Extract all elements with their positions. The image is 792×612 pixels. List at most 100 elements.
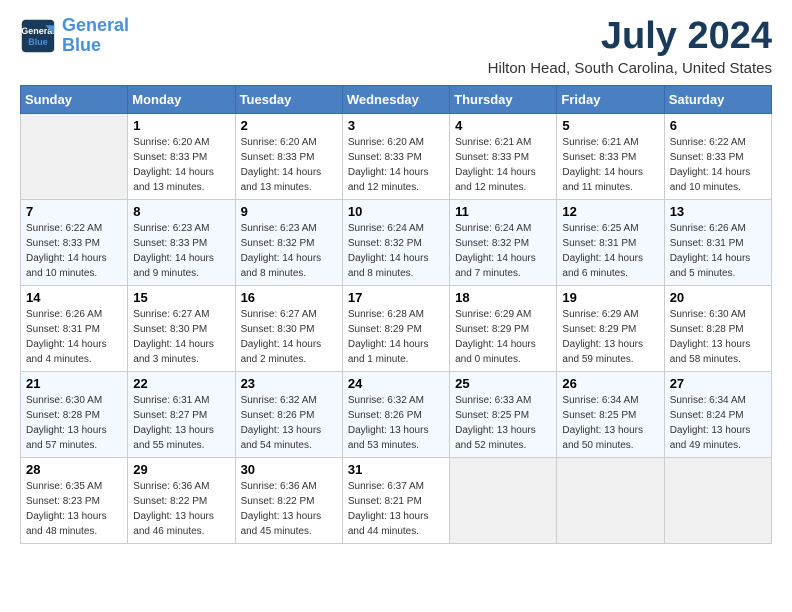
calendar-cell: 22 Sunrise: 6:31 AMSunset: 8:27 PMDayligh… (128, 371, 235, 457)
calendar-cell: 3 Sunrise: 6:20 AMSunset: 8:33 PMDaylight… (342, 113, 449, 199)
calendar-cell: 9Sunrise: 6:23 AMSunset: 8:32 PMDaylight… (235, 199, 342, 285)
logo-text: General Blue (62, 16, 129, 56)
day-number: 15 (133, 290, 229, 305)
day-number: 4 (455, 118, 551, 133)
day-info: Sunrise: 6:32 AMSunset: 8:26 PMDaylight:… (241, 393, 337, 453)
calendar-cell (557, 457, 664, 543)
calendar-table: SundayMondayTuesdayWednesdayThursdayFrid… (20, 85, 772, 544)
day-info: Sunrise: 6:23 AMSunset: 8:33 PMDaylight:… (133, 221, 229, 281)
calendar-cell: 31 Sunrise: 6:37 AMSunset: 8:21 PMDayligh… (342, 457, 449, 543)
calendar-cell: 11 Sunrise: 6:24 AMSunset: 8:32 PMDayligh… (450, 199, 557, 285)
day-number: 10 (348, 204, 444, 219)
weekday-header-saturday: Saturday (664, 85, 771, 113)
logo-blue: Blue (62, 35, 101, 55)
day-number: 27 (670, 376, 766, 391)
calendar-cell: 20Sunrise: 6:30 AMSunset: 8:28 PMDayligh… (664, 285, 771, 371)
day-info: Sunrise: 6:25 AMSunset: 8:31 PMDaylight:… (562, 221, 658, 281)
day-info: Sunrise: 6:29 AMSunset: 8:29 PMDaylight:… (455, 307, 551, 367)
calendar-cell: 2 Sunrise: 6:20 AMSunset: 8:33 PMDaylight… (235, 113, 342, 199)
weekday-header-tuesday: Tuesday (235, 85, 342, 113)
day-info: Sunrise: 6:22 AMSunset: 8:33 PMDaylight:… (670, 135, 766, 195)
day-number: 26 (562, 376, 658, 391)
calendar-week-1: 1Sunrise: 6:20 AMSunset: 8:33 PMDaylight… (21, 113, 772, 199)
day-number: 7 (26, 204, 122, 219)
calendar-cell: 4 Sunrise: 6:21 AMSunset: 8:33 PMDaylight… (450, 113, 557, 199)
day-info: Sunrise: 6:26 AMSunset: 8:31 PMDaylight:… (26, 307, 122, 367)
weekday-header-sunday: Sunday (21, 85, 128, 113)
day-info: Sunrise: 6:29 AMSunset: 8:29 PMDaylight:… (562, 307, 658, 367)
day-number: 30 (241, 462, 337, 477)
weekday-header-thursday: Thursday (450, 85, 557, 113)
day-number: 18 (455, 290, 551, 305)
logo: General Blue General Blue (20, 16, 129, 56)
title-block: July 2024 Hilton Head, South Carolina, U… (488, 16, 772, 77)
calendar-cell: 5Sunrise: 6:21 AMSunset: 8:33 PMDaylight… (557, 113, 664, 199)
calendar-cell: 18 Sunrise: 6:29 AMSunset: 8:29 PMDayligh… (450, 285, 557, 371)
day-number: 14 (26, 290, 122, 305)
day-info: Sunrise: 6:34 AMSunset: 8:25 PMDaylight:… (562, 393, 658, 453)
logo-general: General (62, 15, 129, 35)
calendar-cell: 29Sunrise: 6:36 AMSunset: 8:22 PMDayligh… (128, 457, 235, 543)
day-number: 9 (241, 204, 337, 219)
day-number: 28 (26, 462, 122, 477)
calendar-cell: 15 Sunrise: 6:27 AMSunset: 8:30 PMDayligh… (128, 285, 235, 371)
day-info: Sunrise: 6:36 AMSunset: 8:22 PMDaylight:… (241, 479, 337, 539)
day-info: Sunrise: 6:30 AMSunset: 8:28 PMDaylight:… (670, 307, 766, 367)
day-info: Sunrise: 6:24 AMSunset: 8:32 PMDaylight:… (455, 221, 551, 281)
calendar-week-2: 7Sunrise: 6:22 AMSunset: 8:33 PMDaylight… (21, 199, 772, 285)
day-info: Sunrise: 6:26 AMSunset: 8:31 PMDaylight:… (670, 221, 766, 281)
calendar-cell (664, 457, 771, 543)
calendar-cell: 7Sunrise: 6:22 AMSunset: 8:33 PMDaylight… (21, 199, 128, 285)
calendar-cell: 27 Sunrise: 6:34 AMSunset: 8:24 PMDayligh… (664, 371, 771, 457)
day-number: 3 (348, 118, 444, 133)
calendar-cell: 6Sunrise: 6:22 AMSunset: 8:33 PMDaylight… (664, 113, 771, 199)
day-info: Sunrise: 6:37 AMSunset: 8:21 PMDaylight:… (348, 479, 444, 539)
day-number: 16 (241, 290, 337, 305)
weekday-header-wednesday: Wednesday (342, 85, 449, 113)
location: Hilton Head, South Carolina, United Stat… (488, 60, 772, 77)
day-info: Sunrise: 6:20 AMSunset: 8:33 PMDaylight:… (348, 135, 444, 195)
svg-text:Blue: Blue (28, 37, 48, 47)
day-info: Sunrise: 6:28 AMSunset: 8:29 PMDaylight:… (348, 307, 444, 367)
day-number: 11 (455, 204, 551, 219)
calendar-cell: 19 Sunrise: 6:29 AMSunset: 8:29 PMDayligh… (557, 285, 664, 371)
day-number: 22 (133, 376, 229, 391)
calendar-cell: 24Sunrise: 6:32 AMSunset: 8:26 PMDayligh… (342, 371, 449, 457)
logo-icon: General Blue (20, 18, 56, 54)
day-info: Sunrise: 6:34 AMSunset: 8:24 PMDaylight:… (670, 393, 766, 453)
day-number: 24 (348, 376, 444, 391)
weekday-header-friday: Friday (557, 85, 664, 113)
day-info: Sunrise: 6:20 AMSunset: 8:33 PMDaylight:… (241, 135, 337, 195)
day-info: Sunrise: 6:33 AMSunset: 8:25 PMDaylight:… (455, 393, 551, 453)
calendar-cell: 21 Sunrise: 6:30 AMSunset: 8:28 PMDayligh… (21, 371, 128, 457)
day-number: 29 (133, 462, 229, 477)
day-info: Sunrise: 6:31 AMSunset: 8:27 PMDaylight:… (133, 393, 229, 453)
day-number: 23 (241, 376, 337, 391)
calendar-cell: 16 Sunrise: 6:27 AMSunset: 8:30 PMDayligh… (235, 285, 342, 371)
calendar-week-5: 28 Sunrise: 6:35 AMSunset: 8:23 PMDayligh… (21, 457, 772, 543)
day-number: 13 (670, 204, 766, 219)
day-number: 31 (348, 462, 444, 477)
day-info: Sunrise: 6:35 AMSunset: 8:23 PMDaylight:… (26, 479, 122, 539)
day-info: Sunrise: 6:30 AMSunset: 8:28 PMDaylight:… (26, 393, 122, 453)
day-number: 2 (241, 118, 337, 133)
page-header: General Blue General Blue July 2024 Hilt… (20, 16, 772, 77)
calendar-cell: 13 Sunrise: 6:26 AMSunset: 8:31 PMDayligh… (664, 199, 771, 285)
calendar-week-3: 14 Sunrise: 6:26 AMSunset: 8:31 PMDayligh… (21, 285, 772, 371)
calendar-cell: 14 Sunrise: 6:26 AMSunset: 8:31 PMDayligh… (21, 285, 128, 371)
day-info: Sunrise: 6:21 AMSunset: 8:33 PMDaylight:… (562, 135, 658, 195)
calendar-cell: 23 Sunrise: 6:32 AMSunset: 8:26 PMDayligh… (235, 371, 342, 457)
calendar-cell: 12 Sunrise: 6:25 AMSunset: 8:31 PMDayligh… (557, 199, 664, 285)
day-number: 19 (562, 290, 658, 305)
day-number: 21 (26, 376, 122, 391)
calendar-cell (21, 113, 128, 199)
day-number: 8 (133, 204, 229, 219)
day-number: 25 (455, 376, 551, 391)
calendar-cell: 17Sunrise: 6:28 AMSunset: 8:29 PMDayligh… (342, 285, 449, 371)
calendar-cell: 10Sunrise: 6:24 AMSunset: 8:32 PMDayligh… (342, 199, 449, 285)
day-info: Sunrise: 6:27 AMSunset: 8:30 PMDaylight:… (241, 307, 337, 367)
day-info: Sunrise: 6:21 AMSunset: 8:33 PMDaylight:… (455, 135, 551, 195)
day-number: 12 (562, 204, 658, 219)
day-info: Sunrise: 6:20 AMSunset: 8:33 PMDaylight:… (133, 135, 229, 195)
day-info: Sunrise: 6:27 AMSunset: 8:30 PMDaylight:… (133, 307, 229, 367)
